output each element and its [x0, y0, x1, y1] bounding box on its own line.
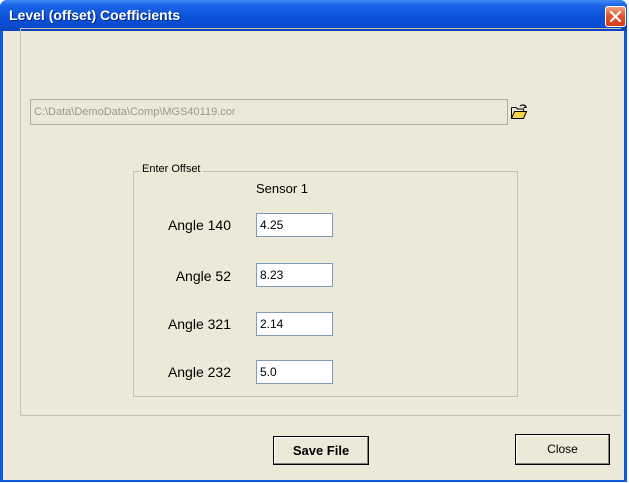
- close-button[interactable]: Close: [515, 434, 610, 465]
- window-close-button[interactable]: [605, 6, 626, 27]
- angle-label: Angle 140: [167, 217, 231, 233]
- offset-input[interactable]: 8.23: [256, 263, 333, 287]
- file-path-field[interactable]: C:\Data\DemoData\Comp\MGS40119.cor: [30, 99, 508, 125]
- save-file-button[interactable]: Save File: [273, 436, 369, 465]
- open-folder-icon: [510, 104, 528, 119]
- close-icon: [610, 11, 621, 22]
- title-bar[interactable]: Level (offset) Coefficients: [0, 0, 627, 31]
- offset-input[interactable]: 2.14: [256, 312, 333, 336]
- browse-button[interactable]: [508, 101, 530, 123]
- angle-label: Angle 232: [167, 364, 231, 380]
- window-title: Level (offset) Coefficients: [9, 7, 181, 23]
- angle-label: Angle 52: [175, 268, 231, 284]
- sensor-column-header: Sensor 1: [256, 181, 309, 196]
- enter-offset-legend: Enter Offset: [140, 163, 203, 175]
- angle-label: Angle 321: [167, 316, 231, 332]
- offset-input[interactable]: 4.25: [256, 213, 333, 237]
- offset-input[interactable]: 5.0: [256, 360, 333, 384]
